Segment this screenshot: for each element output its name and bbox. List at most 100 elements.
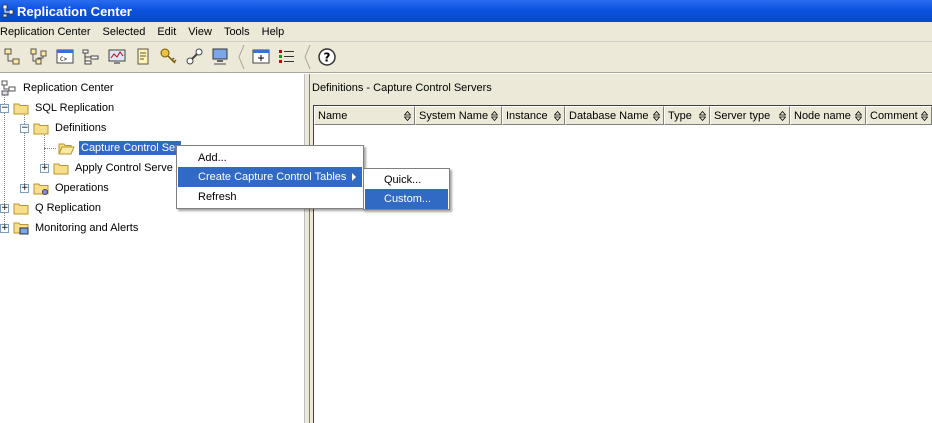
sort-icon xyxy=(554,110,561,121)
expand-icon[interactable]: + xyxy=(0,203,9,213)
monitoring-folder-icon xyxy=(13,222,29,235)
menu-tools[interactable]: Tools xyxy=(224,26,256,38)
tree-label: Replication Center xyxy=(23,82,114,94)
column-label: Type xyxy=(668,109,692,122)
tree-label: Q Replication xyxy=(35,202,102,214)
tree-node-sql-replication[interactable]: − SQL Replication xyxy=(0,99,116,117)
tree-node-replication-center[interactable]: Replication Center xyxy=(1,79,116,97)
panel-title: Definitions - Capture Control Servers xyxy=(312,82,492,94)
toolbar-separator xyxy=(238,44,246,70)
task-list-icon[interactable] xyxy=(276,46,298,68)
tree-node-apply-control-servers[interactable]: + Apply Control Serve xyxy=(40,159,175,177)
tree-label: Monitoring and Alerts xyxy=(35,222,139,234)
key-icon[interactable] xyxy=(158,46,180,68)
menu-item-label: Create Capture Control Tables xyxy=(198,171,347,183)
tree-branch-icon[interactable] xyxy=(28,46,50,68)
content-panel: Definitions - Capture Control Servers Na… xyxy=(310,74,932,423)
sort-icon xyxy=(653,110,660,121)
menu-bar: Replication Center Selected Edit View To… xyxy=(0,22,932,42)
wrench-icon[interactable] xyxy=(184,46,206,68)
hierarchy-icon[interactable] xyxy=(80,46,102,68)
folder-icon xyxy=(13,103,29,114)
tree-connector xyxy=(44,148,56,149)
menu-view[interactable]: View xyxy=(188,26,218,38)
folder-icon xyxy=(33,123,49,134)
context-menu-add[interactable]: Add... xyxy=(178,148,362,168)
menu-item-label: Quick... xyxy=(384,174,422,186)
menu-edit[interactable]: Edit xyxy=(157,26,182,38)
collapse-icon[interactable]: − xyxy=(0,103,9,113)
tree-label: Capture Control Ser xyxy=(79,141,181,155)
expand-icon[interactable]: + xyxy=(20,183,29,193)
submenu-quick[interactable]: Quick... xyxy=(365,170,448,190)
navigation-tree: Replication Center − SQL Replication − D… xyxy=(0,74,304,423)
help-icon[interactable]: ? xyxy=(316,46,338,68)
column-label: Instance xyxy=(506,109,548,122)
replication-center-icon xyxy=(2,4,14,18)
servers-table: Name System Name Instance Database Name … xyxy=(313,105,932,423)
collapse-icon[interactable]: − xyxy=(20,123,29,133)
window-title: Replication Center xyxy=(17,3,132,19)
menu-selected[interactable]: Selected xyxy=(103,26,152,38)
menu-item-label: Add... xyxy=(198,152,227,164)
tree-node-capture-control-servers[interactable]: Capture Control Ser xyxy=(57,139,181,157)
add-window-icon[interactable] xyxy=(250,46,272,68)
tree-node-monitoring-alerts[interactable]: + Monitoring and Alerts xyxy=(0,219,140,237)
column-header-instance[interactable]: Instance xyxy=(502,106,565,125)
column-label: Name xyxy=(318,109,348,122)
column-header-type[interactable]: Type xyxy=(664,106,710,125)
expand-icon[interactable]: + xyxy=(40,163,49,173)
menu-help[interactable]: Help xyxy=(262,26,291,38)
column-label: Database Name xyxy=(569,109,649,122)
column-header-server-type[interactable]: Server type xyxy=(710,106,790,125)
submenu-arrow-icon xyxy=(352,173,356,181)
submenu: Quick... Custom... xyxy=(363,168,450,210)
title-bar: Replication Center xyxy=(0,0,932,22)
context-menu: Add... Create Capture Control Tables Ref… xyxy=(176,145,364,209)
tree-label: Apply Control Serve xyxy=(75,162,173,174)
column-header-comment[interactable]: Comment xyxy=(866,106,932,125)
context-menu-refresh[interactable]: Refresh xyxy=(178,187,362,207)
sort-icon xyxy=(699,110,706,121)
folder-icon xyxy=(53,163,69,174)
replication-center-icon xyxy=(1,80,16,96)
menu-item-label: Custom... xyxy=(384,193,432,205)
monitor-icon[interactable] xyxy=(106,46,128,68)
column-label: System Name xyxy=(419,109,489,122)
svg-text:?: ? xyxy=(324,51,331,65)
toolbar-separator xyxy=(304,44,312,70)
menu-item-label: Refresh xyxy=(198,191,237,203)
sort-icon xyxy=(491,110,498,121)
column-header-system-name[interactable]: System Name xyxy=(415,106,502,125)
column-label: Node name xyxy=(794,109,851,122)
context-menu-create-capture-control-tables[interactable]: Create Capture Control Tables xyxy=(178,167,362,187)
menu-replication-center[interactable]: Replication Center xyxy=(0,26,97,38)
computer-icon[interactable] xyxy=(210,46,232,68)
tree-label: Operations xyxy=(55,182,109,194)
svg-text:C>: C> xyxy=(60,56,68,63)
folder-icon xyxy=(13,203,29,214)
column-label: Server type xyxy=(714,109,771,122)
tree-node-definitions[interactable]: − Definitions xyxy=(20,119,108,137)
tree-node-q-replication[interactable]: + Q Replication xyxy=(0,199,103,217)
open-folder-icon xyxy=(58,143,75,154)
table-header-row: Name System Name Instance Database Name … xyxy=(314,106,932,125)
sort-icon xyxy=(779,110,786,121)
toolbar: C> ? xyxy=(0,42,932,73)
command-window-icon[interactable]: C> xyxy=(54,46,76,68)
notepad-icon[interactable] xyxy=(132,46,154,68)
column-label: Comment xyxy=(870,109,918,122)
column-header-database-name[interactable]: Database Name xyxy=(565,106,664,125)
sort-icon xyxy=(404,110,411,121)
sort-icon xyxy=(855,110,862,121)
expand-icon[interactable]: + xyxy=(0,223,9,233)
column-header-node-name[interactable]: Node name xyxy=(790,106,866,125)
column-header-name[interactable]: Name xyxy=(314,106,415,125)
tree-node-operations[interactable]: + Operations xyxy=(20,179,111,197)
sort-icon xyxy=(921,110,928,121)
operations-folder-icon xyxy=(33,183,49,195)
tree-label: Definitions xyxy=(55,122,107,134)
tree-icon[interactable] xyxy=(2,46,24,68)
tree-label: SQL Replication xyxy=(35,102,115,114)
submenu-custom[interactable]: Custom... xyxy=(365,189,448,209)
